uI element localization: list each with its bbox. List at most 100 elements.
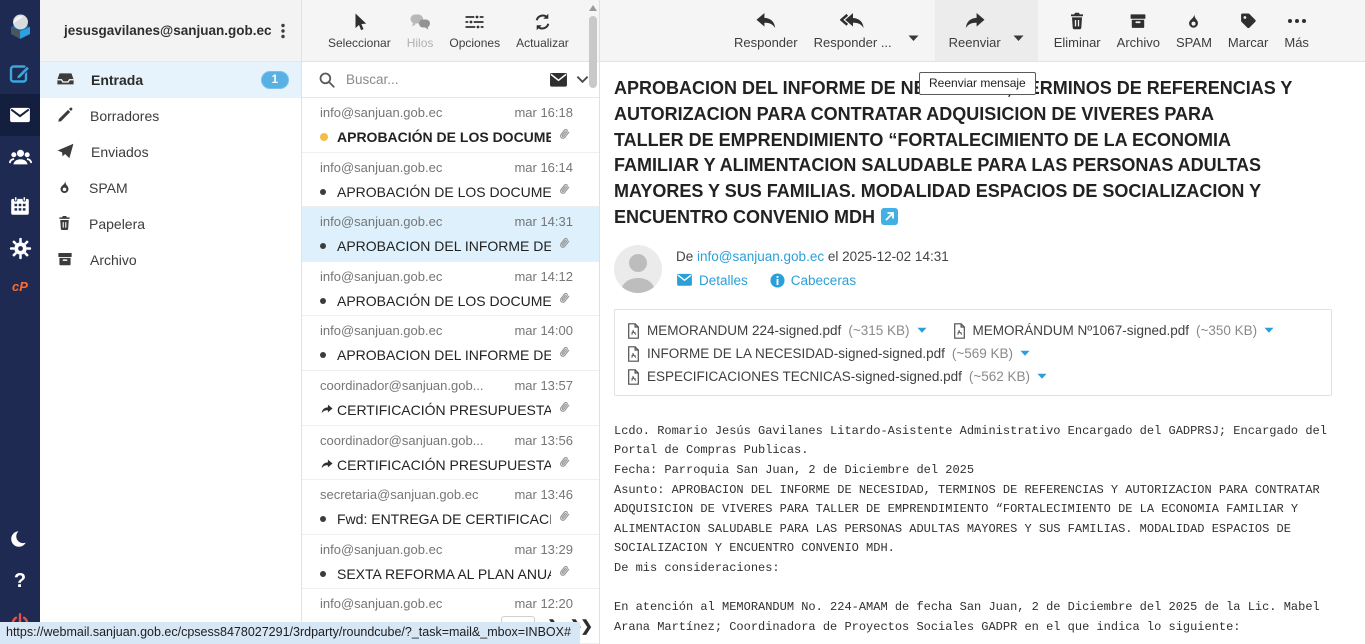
paperclip-icon bbox=[557, 290, 573, 312]
message-subject-preview: APROBACIÓN DE LOS DOCUMEN... bbox=[337, 293, 551, 309]
reply-button[interactable]: Responder bbox=[734, 0, 798, 61]
forward-button[interactable]: Reenviar bbox=[949, 0, 1001, 61]
message-sender: info@sanjuan.gob.ec bbox=[320, 160, 506, 175]
message-view: APROBACION DEL INFORME DE NECESIDAD, TER… bbox=[600, 62, 1365, 644]
settings-nav-button[interactable] bbox=[0, 227, 40, 269]
roundcube-logo-icon bbox=[7, 13, 33, 39]
scroll-up-icon[interactable] bbox=[589, 5, 597, 11]
message-list: info@sanjuan.gob.ec mar 16:18 APROBACIÓN… bbox=[302, 98, 599, 644]
folder-item-spam[interactable]: SPAM bbox=[40, 170, 301, 206]
mail-icon bbox=[9, 104, 31, 126]
folder-panel: jesusgavilanes@sanjuan.gob.ec Entrada 1 … bbox=[40, 0, 302, 644]
reply-all-chevron-down-icon[interactable] bbox=[908, 35, 919, 42]
folder-label: Borradores bbox=[90, 108, 289, 124]
reply-label: Responder bbox=[734, 35, 798, 50]
delete-button[interactable]: Eliminar bbox=[1054, 0, 1101, 61]
headers-toggle[interactable]: Cabeceras bbox=[770, 273, 856, 288]
folder-item-entrada[interactable]: Entrada 1 bbox=[40, 62, 301, 98]
pdf-file-icon bbox=[627, 369, 640, 385]
webmail-app: cP ? jesusgavilanes@sanjuan.gob.ec bbox=[0, 0, 1365, 644]
message-status-icon bbox=[320, 404, 337, 415]
pdf-file-icon bbox=[953, 323, 966, 339]
trash-icon bbox=[56, 214, 73, 235]
folder-item-enviados[interactable]: Enviados bbox=[40, 134, 301, 170]
person-icon bbox=[614, 245, 662, 293]
inbox-icon bbox=[56, 70, 75, 91]
archive-label: Archivo bbox=[1117, 35, 1160, 50]
threads-icon bbox=[409, 12, 431, 32]
list-item[interactable]: info@sanjuan.gob.ec mar 16:14 APROBACIÓN… bbox=[302, 153, 599, 208]
folder-item-papelera[interactable]: Papelera bbox=[40, 206, 301, 242]
archive-icon bbox=[1128, 11, 1148, 31]
forward-chevron-down-icon[interactable] bbox=[1013, 35, 1024, 42]
forward-tooltip: Reenviar mensaje bbox=[919, 72, 1036, 95]
paperclip-icon bbox=[557, 344, 573, 366]
threads-button[interactable]: Hilos bbox=[407, 12, 434, 50]
message-status-icon bbox=[320, 133, 337, 141]
help-button[interactable]: ? bbox=[0, 560, 40, 602]
reply-all-button[interactable]: Responder ... bbox=[814, 0, 892, 61]
select-button[interactable]: Seleccionar bbox=[328, 12, 391, 50]
list-item[interactable]: coordinador@sanjuan.gob... mar 13:57 CER… bbox=[302, 371, 599, 426]
list-item[interactable]: info@sanjuan.gob.ec mar 13:29 SEXTA REFO… bbox=[302, 535, 599, 590]
attachment-chevron-down-icon[interactable] bbox=[1020, 350, 1030, 357]
attachment-item[interactable]: ESPECIFICACIONES TECNICAS-signed-signed.… bbox=[627, 369, 1047, 385]
roundcube-logo-icon[interactable] bbox=[0, 0, 40, 52]
list-item[interactable]: info@sanjuan.gob.ec mar 14:31 APROBACION… bbox=[302, 207, 599, 262]
calendar-nav-button[interactable] bbox=[0, 185, 40, 227]
attachment-chevron-down-icon[interactable] bbox=[1037, 373, 1047, 380]
details-label: Detalles bbox=[699, 273, 748, 288]
open-in-new-window-icon[interactable] bbox=[881, 208, 898, 225]
options-label: Opciones bbox=[449, 36, 500, 50]
attachment-chevron-down-icon[interactable] bbox=[1264, 327, 1274, 334]
account-menu-kebab-icon[interactable] bbox=[275, 22, 291, 40]
folder-item-borradores[interactable]: Borradores bbox=[40, 98, 301, 134]
refresh-button[interactable]: Actualizar bbox=[516, 12, 569, 50]
message-status-icon bbox=[320, 571, 337, 577]
message-sender: info@sanjuan.gob.ec bbox=[320, 542, 506, 557]
flame-icon bbox=[56, 178, 73, 199]
more-button[interactable]: Más bbox=[1284, 0, 1309, 61]
subject-line: TALLER DE EMPRENDIMIENTO “FORTALECIMIENT… bbox=[614, 128, 1354, 154]
select-label: Seleccionar bbox=[328, 36, 391, 50]
search-input[interactable] bbox=[346, 72, 549, 87]
body-line: De mis consideraciones: bbox=[614, 559, 1354, 579]
details-toggle[interactable]: Detalles bbox=[676, 273, 748, 288]
list-scrollbar-thumb[interactable] bbox=[589, 16, 597, 88]
subject-line: AUTORIZACION PARA CONTRATAR ADQUISICION … bbox=[614, 102, 1354, 128]
spam-button[interactable]: SPAM bbox=[1176, 0, 1212, 61]
cpanel-link[interactable]: cP bbox=[0, 269, 40, 303]
list-item[interactable]: secretaria@sanjuan.gob.ec mar 13:46 Fwd:… bbox=[302, 480, 599, 535]
folder-item-archivo[interactable]: Archivo bbox=[40, 242, 301, 278]
archive-button[interactable]: Archivo bbox=[1117, 0, 1160, 61]
attachment-item[interactable]: INFORME DE LA NECESIDAD-signed-signed.pd… bbox=[627, 346, 1030, 362]
threads-label: Hilos bbox=[407, 36, 434, 50]
search-scope-mail-icon[interactable] bbox=[549, 72, 568, 88]
attachment-item[interactable]: MEMORÁNDUM Nº1067-signed.pdf (~350 KB) bbox=[953, 323, 1275, 339]
mark-button[interactable]: Marcar bbox=[1228, 0, 1268, 61]
mail-nav-button[interactable] bbox=[0, 94, 40, 136]
sender-address-link[interactable]: info@sanjuan.gob.ec bbox=[697, 249, 824, 264]
dark-mode-button[interactable] bbox=[0, 518, 40, 560]
list-item[interactable]: info@sanjuan.gob.ec mar 14:00 APROBACION… bbox=[302, 316, 599, 371]
list-item[interactable]: info@sanjuan.gob.ec mar 16:18 APROBACIÓN… bbox=[302, 98, 599, 153]
list-scrollbar[interactable] bbox=[588, 2, 598, 644]
sender-avatar bbox=[614, 245, 662, 293]
attachment-chevron-down-icon[interactable] bbox=[917, 327, 927, 334]
list-item[interactable]: info@sanjuan.gob.ec mar 14:12 APROBACIÓN… bbox=[302, 262, 599, 317]
contacts-icon bbox=[9, 146, 32, 169]
attachment-item[interactable]: MEMORANDUM 224-signed.pdf (~315 KB) bbox=[627, 323, 927, 339]
reply-all-label: Responder ... bbox=[814, 35, 892, 50]
contacts-nav-button[interactable] bbox=[0, 136, 40, 178]
unread-badge: 1 bbox=[261, 71, 289, 89]
message-status-icon bbox=[320, 459, 337, 470]
attachment-size: (~562 KB) bbox=[969, 369, 1030, 384]
list-item[interactable]: coordinador@sanjuan.gob... mar 13:56 CER… bbox=[302, 426, 599, 481]
message-subject-preview: SEXTA REFORMA AL PLAN ANUA... bbox=[337, 566, 551, 582]
spam-label: SPAM bbox=[1176, 35, 1212, 50]
message-sender: info@sanjuan.gob.ec bbox=[320, 269, 506, 284]
compose-button[interactable] bbox=[0, 52, 40, 94]
options-button[interactable]: Opciones bbox=[449, 12, 500, 50]
message-time: mar 14:31 bbox=[514, 214, 573, 229]
message-time: mar 13:57 bbox=[514, 378, 573, 393]
